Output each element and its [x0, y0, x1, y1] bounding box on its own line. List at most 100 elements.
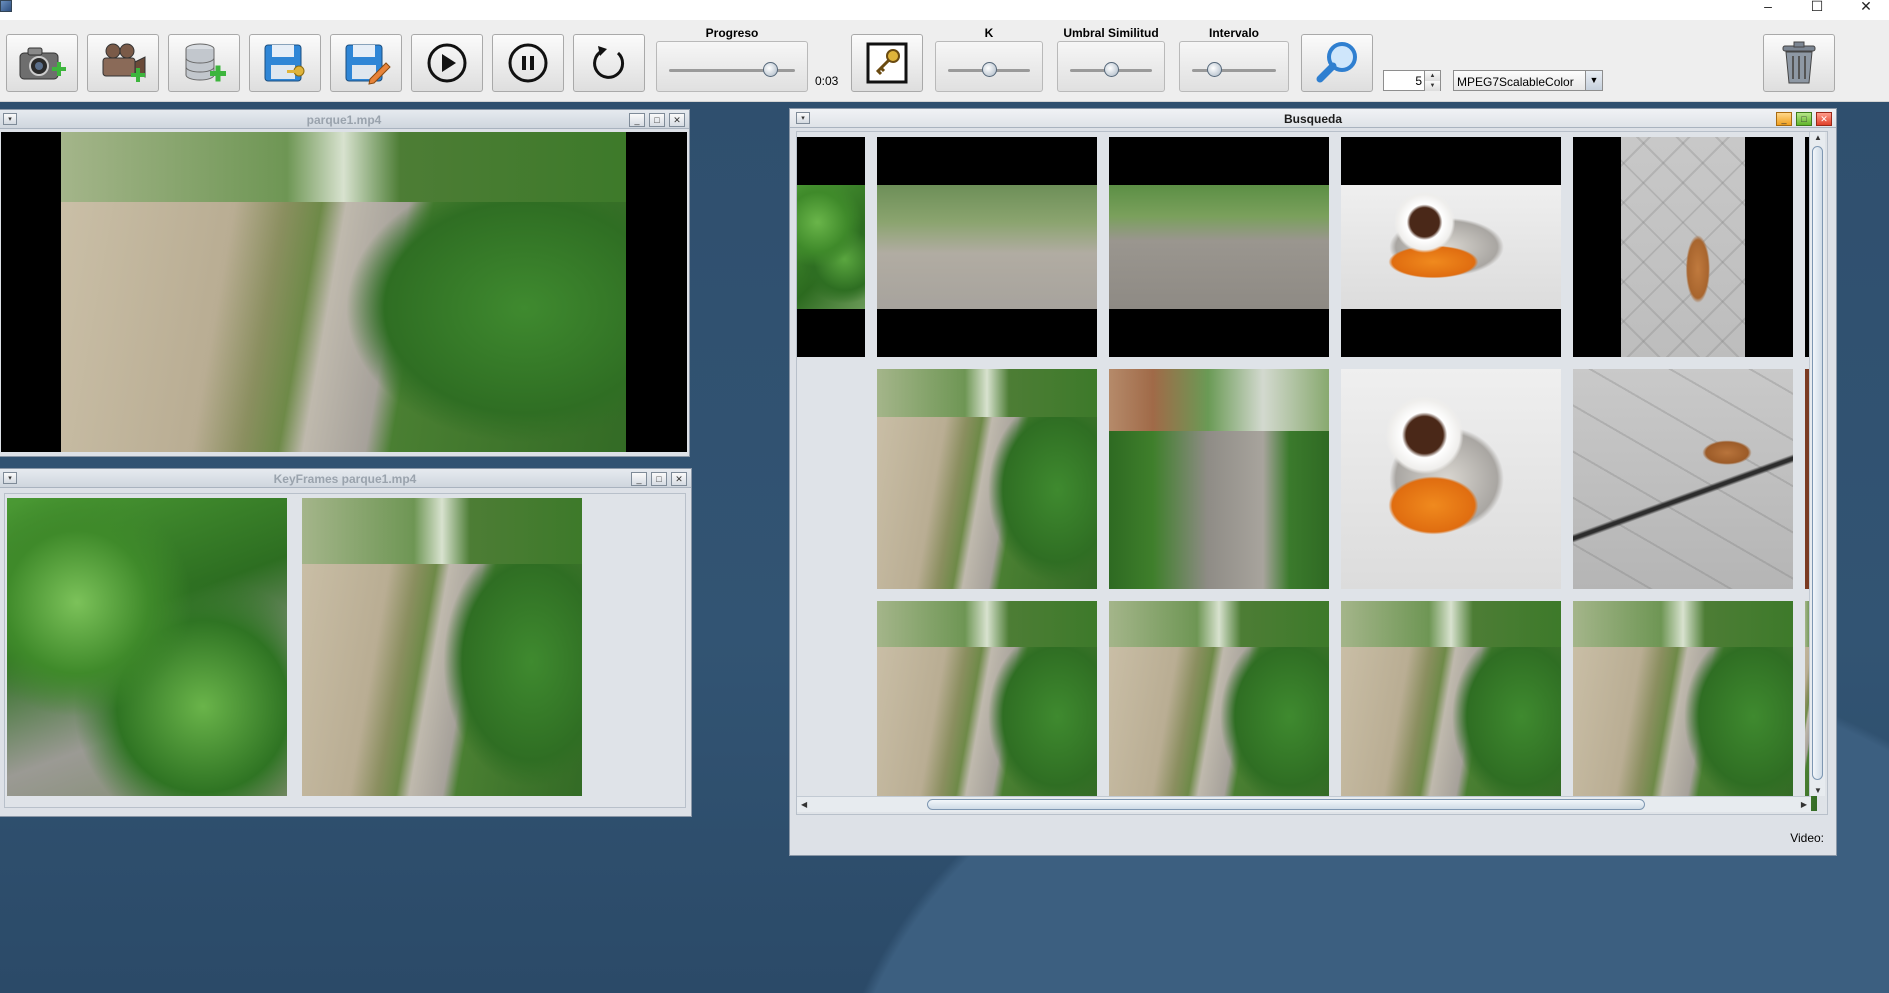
threshold-label: Umbral Similitud	[1063, 26, 1159, 40]
close-button[interactable]: ✕	[1816, 112, 1832, 126]
keyframes-panel	[4, 493, 686, 808]
minimize-button[interactable]: _	[1776, 112, 1792, 126]
result-thumbnail[interactable]	[877, 137, 1097, 357]
pause-button[interactable]	[492, 34, 564, 92]
result-thumbnail[interactable]	[1573, 137, 1793, 357]
trash-icon	[1782, 41, 1816, 84]
result-thumbnail[interactable]	[1573, 369, 1793, 589]
horizontal-scroll-thumb[interactable]	[927, 799, 1645, 810]
video-frame	[61, 132, 626, 452]
result-thumbnail[interactable]	[1341, 137, 1561, 357]
search-window-titlebar[interactable]: ▾ Busqueda _ □ ✕	[790, 109, 1836, 128]
scroll-down-arrow[interactable]: ▼	[1814, 786, 1822, 795]
scroll-left-arrow[interactable]: ◀	[801, 800, 807, 809]
video-player[interactable]	[1, 132, 687, 452]
threshold-slider[interactable]	[1057, 41, 1165, 92]
restart-button[interactable]	[573, 34, 645, 92]
result-image	[877, 185, 1097, 309]
keyframes-button[interactable]	[851, 34, 923, 92]
floppy-edit-icon	[345, 44, 391, 85]
result-thumbnail[interactable]	[877, 369, 1097, 589]
result-count-spinner[interactable]: 5 ▲ ▼	[1383, 70, 1441, 91]
minimize-button[interactable]: _	[631, 472, 647, 486]
descriptor-select[interactable]: MPEG7ScalableColor ▼	[1453, 70, 1603, 91]
pause-icon	[508, 43, 548, 83]
search-window-title: Busqueda	[1283, 112, 1342, 126]
interval-slider[interactable]	[1179, 41, 1289, 92]
keyframes-window-title: KeyFrames parque1.mp4	[273, 472, 417, 486]
result-thumbnail[interactable]	[1109, 369, 1329, 589]
app-title-bar: – ☐ ✕	[0, 0, 1889, 20]
interval-label: Intervalo	[1208, 26, 1259, 40]
progress-label: Progreso	[705, 26, 759, 40]
result-image	[1341, 185, 1561, 309]
save-key-button[interactable]	[249, 34, 321, 92]
spinner-up-button[interactable]: ▲	[1424, 71, 1440, 81]
result-thumbnail[interactable]	[1109, 137, 1329, 357]
time-label: 0:03	[815, 74, 839, 88]
magnifier-icon	[1316, 42, 1357, 83]
window-minimize-button[interactable]: –	[1745, 0, 1791, 20]
video-window-title: parque1.mp4	[306, 113, 382, 127]
keyframes-window: ▾ KeyFrames parque1.mp4 _ □ ✕	[0, 468, 692, 817]
horizontal-scrollbar[interactable]: ◀ ▶	[797, 796, 1811, 812]
result-image	[1621, 137, 1745, 357]
open-image-button[interactable]	[6, 34, 78, 92]
chevron-down-icon[interactable]: ▼	[1585, 71, 1602, 90]
close-button[interactable]: ✕	[671, 472, 687, 486]
toolbar: Progreso 0:03 K Umbral Similitud Interva…	[0, 20, 1889, 102]
play-icon	[427, 43, 467, 83]
interval-thumb[interactable]	[1207, 62, 1223, 77]
save-edit-button[interactable]	[330, 34, 402, 92]
window-maximize-button[interactable]: ☐	[1794, 0, 1840, 20]
result-count-value: 5	[1415, 74, 1422, 88]
search-button[interactable]	[1301, 34, 1373, 92]
app-icon	[0, 0, 12, 12]
video-camera-add-icon	[102, 43, 146, 82]
vertical-scroll-thumb[interactable]	[1812, 146, 1823, 780]
result-thumbnail[interactable]	[877, 601, 1097, 811]
result-thumbnail[interactable]	[1341, 601, 1561, 811]
result-thumbnail[interactable]	[1573, 601, 1793, 811]
result-image	[1109, 185, 1329, 309]
video-window: ▾ parque1.mp4 _ □ ✕	[0, 109, 690, 457]
video-status-label: Video:	[1790, 831, 1824, 845]
threshold-thumb[interactable]	[1103, 62, 1119, 77]
result-image	[797, 185, 865, 309]
scroll-right-arrow[interactable]: ▶	[1801, 800, 1807, 809]
progress-slider[interactable]	[656, 41, 808, 92]
window-close-button[interactable]: ✕	[1843, 0, 1889, 20]
k-thumb[interactable]	[981, 62, 997, 77]
play-button[interactable]	[411, 34, 483, 92]
desktop-pane: ▾ parque1.mp4 _ □ ✕ ▾ KeyFrames parque1.…	[0, 102, 1889, 993]
video-window-titlebar[interactable]: ▾ parque1.mp4 _ □ ✕	[0, 110, 689, 129]
result-thumbnail[interactable]	[1109, 601, 1329, 811]
maximize-button[interactable]: □	[1796, 112, 1812, 126]
keyframes-window-titlebar[interactable]: ▾ KeyFrames parque1.mp4 _ □ ✕	[0, 469, 691, 488]
camera-add-icon	[19, 47, 66, 80]
close-button[interactable]: ✕	[669, 113, 685, 127]
progress-thumb[interactable]	[763, 62, 779, 77]
result-thumbnail[interactable]	[1341, 369, 1561, 589]
reload-icon	[593, 46, 625, 79]
open-video-button[interactable]	[87, 34, 159, 92]
search-window: ▾ Busqueda _ □ ✕ ▲ ▼ ◀ ▶ Video:	[789, 108, 1837, 856]
vertical-scrollbar[interactable]: ▲ ▼	[1809, 132, 1825, 796]
k-label: K	[984, 26, 994, 40]
delete-button[interactable]	[1763, 34, 1835, 92]
keyframe-thumbnail[interactable]	[7, 498, 287, 796]
k-slider[interactable]	[935, 41, 1043, 92]
minimize-button[interactable]: _	[629, 113, 645, 127]
add-database-button[interactable]	[168, 34, 240, 92]
key-frame-icon	[866, 42, 908, 84]
spinner-down-button[interactable]: ▼	[1424, 81, 1440, 91]
floppy-key-icon	[264, 44, 305, 82]
keyframe-thumbnail[interactable]	[302, 498, 582, 796]
results-grid: ▲ ▼ ◀ ▶	[796, 131, 1828, 815]
maximize-button[interactable]: □	[651, 472, 667, 486]
maximize-button[interactable]: □	[649, 113, 665, 127]
interval-track	[1192, 69, 1276, 72]
result-thumbnail[interactable]	[797, 137, 865, 357]
database-add-icon	[185, 43, 226, 82]
scroll-up-arrow[interactable]: ▲	[1814, 133, 1822, 142]
